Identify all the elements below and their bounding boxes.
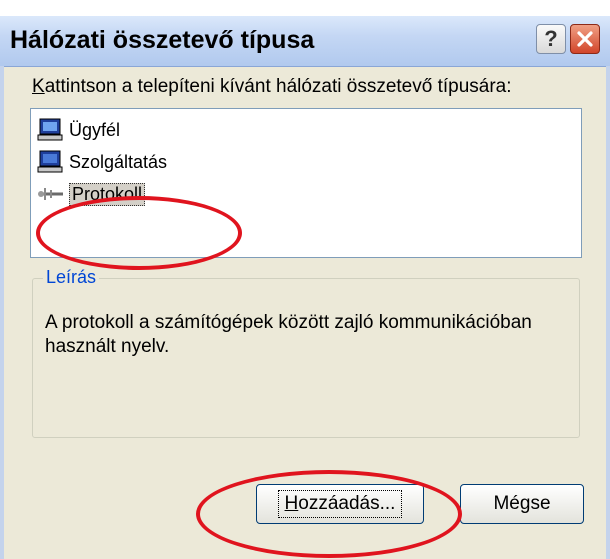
title-bar: Hálózati összetevő típusa ? xyxy=(0,16,610,67)
list-item-label: Szolgáltatás xyxy=(69,151,168,172)
close-button[interactable] xyxy=(570,24,600,54)
add-access-key: H xyxy=(284,493,299,514)
add-button[interactable]: Hozzáadás... xyxy=(256,484,424,524)
window-border-left xyxy=(0,66,4,559)
component-type-list[interactable]: Ügyfél Szolgáltatás Protokoll xyxy=(30,108,582,258)
help-icon: ? xyxy=(544,26,558,51)
description-group: Leírás A protokoll a számítógépek között… xyxy=(32,267,580,438)
close-icon xyxy=(577,31,593,47)
dialog-window: Hálózati összetevő típusa ? Kattintson a… xyxy=(0,16,610,559)
instruction-access-key: K xyxy=(32,76,45,97)
window-title: Hálózati összetevő típusa xyxy=(10,26,315,54)
service-computer-icon xyxy=(37,150,65,174)
list-item-label: Protokoll xyxy=(69,182,146,206)
cancel-button[interactable]: Mégse xyxy=(460,484,584,524)
list-item-client[interactable]: Ügyfél xyxy=(37,117,120,143)
instruction-text: attintson a telepíteni kívánt hálózati ö… xyxy=(44,76,512,97)
client-computer-icon xyxy=(37,118,65,142)
add-label-text: ozzáadás... xyxy=(298,493,396,514)
cropped-text-strip xyxy=(0,0,610,16)
protocol-network-icon xyxy=(37,182,65,206)
description-text: A protokoll a számítógépek között zajló … xyxy=(45,312,532,357)
instruction-label: Kattintson a telepíteni kívánt hálózati … xyxy=(32,76,512,98)
window-border-right xyxy=(606,66,610,559)
list-item-protocol[interactable]: Protokoll xyxy=(37,181,146,207)
add-button-label: Hozzáadás... xyxy=(277,490,403,518)
list-item-label: Ügyfél xyxy=(69,119,121,140)
help-button[interactable]: ? xyxy=(536,24,566,54)
list-item-service[interactable]: Szolgáltatás xyxy=(37,149,167,175)
description-legend: Leírás xyxy=(43,267,100,288)
